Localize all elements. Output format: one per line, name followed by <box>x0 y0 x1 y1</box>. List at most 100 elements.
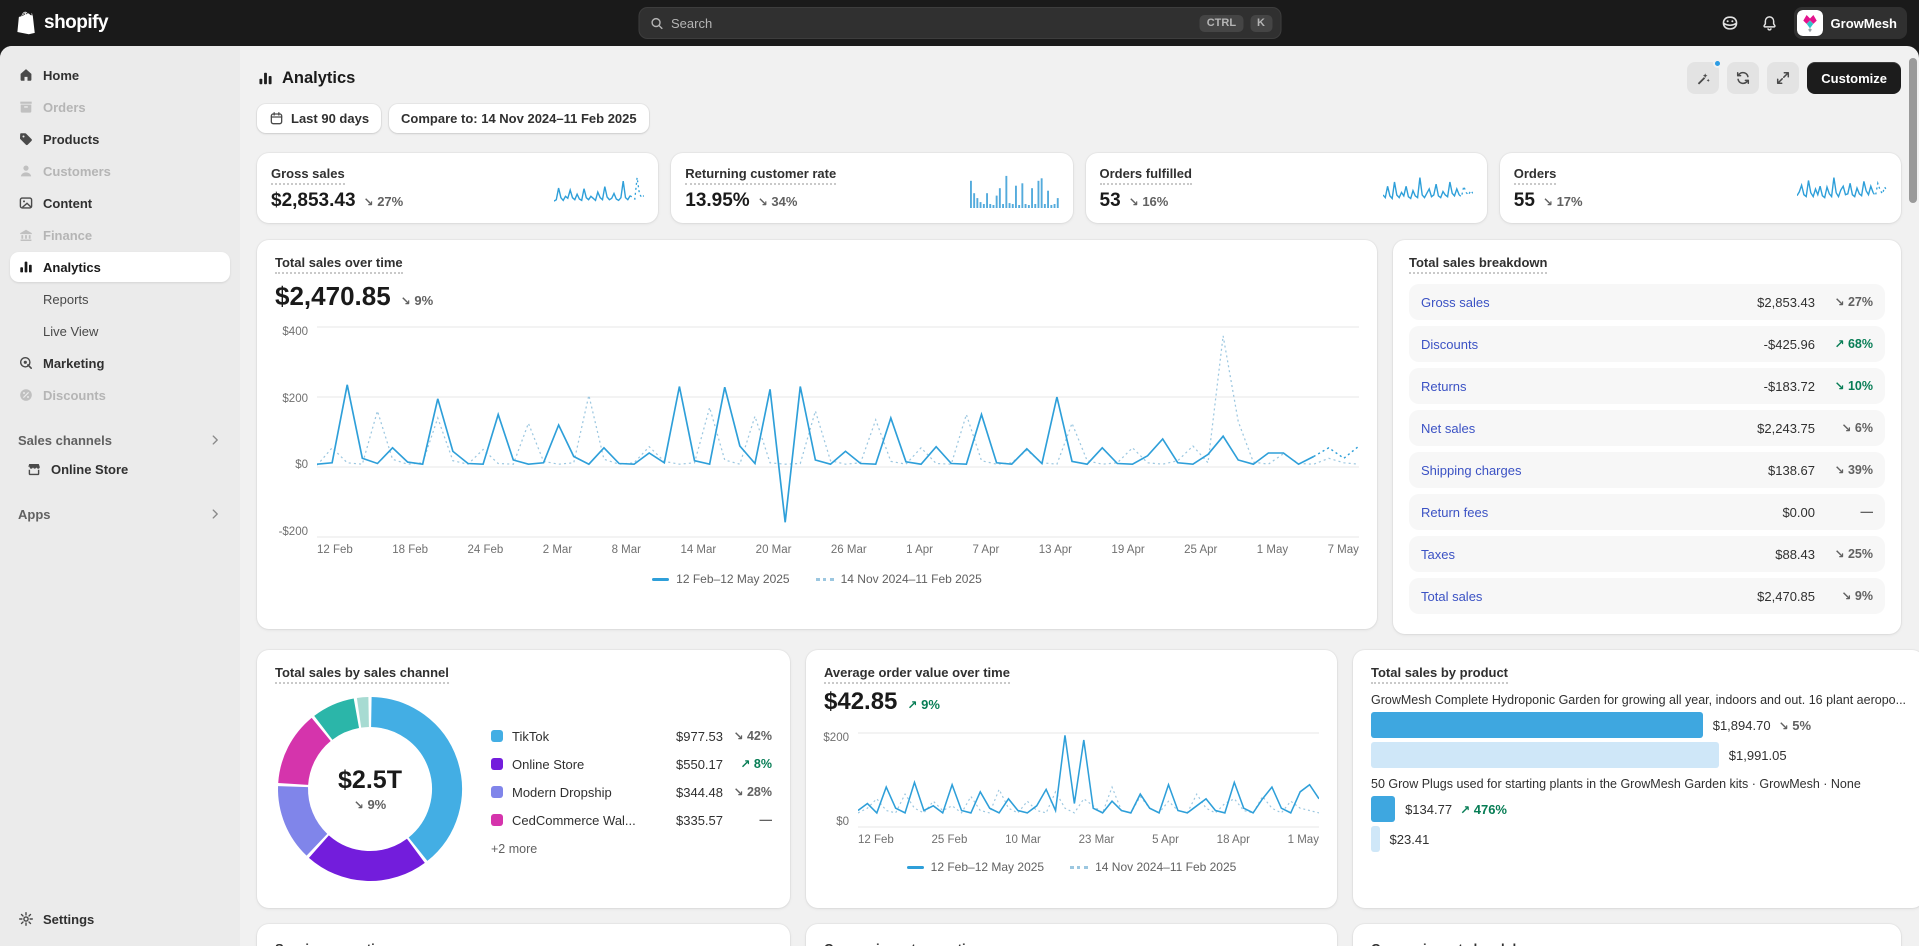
sidebar-item-finance[interactable]: Finance <box>10 220 230 250</box>
metric-card-returning-customer-rate[interactable]: Returning customer rate13.95%↘ 34% <box>671 153 1072 223</box>
sales-by-product-title[interactable]: Total sales by product <box>1371 665 1508 684</box>
online-store-label: Online Store <box>51 462 128 477</box>
compare-to-button[interactable]: Compare to: 14 Nov 2024–11 Feb 2025 <box>389 104 649 133</box>
product-name[interactable]: GrowMesh Complete Hydroponic Garden for … <box>1371 693 1906 707</box>
total-sales-over-time-title[interactable]: Total sales over time <box>275 255 403 274</box>
fullscreen-expand-button[interactable] <box>1767 62 1799 94</box>
breakdown-row-delta: ↘ 39% <box>1815 463 1873 477</box>
breakdown-row-net-sales: Net sales$2,243.75↘ 6% <box>1409 410 1885 446</box>
donut-center-delta: ↘ 9% <box>354 797 386 812</box>
delta-value: 27% <box>374 194 404 209</box>
breakdown-row-delta: ↘ 6% <box>1815 421 1873 435</box>
breakdown-row-link[interactable]: Shipping charges <box>1421 463 1768 478</box>
y-tick: $0 <box>295 459 308 471</box>
scrollbar-thumb[interactable] <box>1909 58 1917 203</box>
metric-sparkline <box>969 170 1059 210</box>
breakdown-row-link[interactable]: Return fees <box>1421 505 1782 520</box>
channel-legend-row-cedcommerce-wal[interactable]: CedCommerce Wal...$335.57— <box>491 806 772 834</box>
notifications-bell-button[interactable] <box>1754 7 1786 39</box>
channel-value: $550.17 <box>676 757 723 772</box>
discounts-icon <box>18 387 34 403</box>
sidebar-item-content[interactable]: Content <box>10 188 230 218</box>
delta-value: 16% <box>1139 194 1169 209</box>
analytics-icon <box>18 259 34 275</box>
search-bar[interactable]: CTRL K <box>638 7 1281 39</box>
breakdown-row-link[interactable]: Returns <box>1421 379 1764 394</box>
channel-delta: ↘ 28% <box>732 785 772 799</box>
brand-wordmark: shopify <box>44 12 108 34</box>
total-sales-value: $2,470.85 <box>275 281 391 312</box>
sidebar-item-customers[interactable]: Customers <box>10 156 230 186</box>
product-previous-bar-row: $23.41 <box>1371 826 1906 852</box>
apps-header[interactable]: Apps <box>10 500 230 528</box>
sessions-over-time-title[interactable]: Sessions over time <box>275 941 394 946</box>
x-tick: 10 Mar <box>1005 834 1041 846</box>
delta-value: 39% <box>1845 463 1874 477</box>
sidebar-item-discounts[interactable]: Discounts <box>10 380 230 410</box>
breakdown-row-link[interactable]: Taxes <box>1421 547 1775 562</box>
x-tick: 13 Apr <box>1039 544 1072 556</box>
breakdown-row-link[interactable]: Net sales <box>1421 421 1757 436</box>
product-name[interactable]: 50 Grow Plugs used for starting plants i… <box>1371 777 1906 791</box>
date-range-button[interactable]: Last 90 days <box>257 104 381 133</box>
breakdown-title[interactable]: Total sales breakdown <box>1409 255 1547 274</box>
sidebar-item-products[interactable]: Products <box>10 124 230 154</box>
delta-value: 27% <box>1845 295 1874 309</box>
breakdown-row-delta: ↗ 68% <box>1815 337 1873 351</box>
trend-arrow-icon: ↘ <box>1834 379 1844 393</box>
sales-by-channel-title[interactable]: Total sales by sales channel <box>275 665 449 684</box>
x-tick: 24 Feb <box>468 544 504 556</box>
product-item: 50 Grow Plugs used for starting plants i… <box>1371 777 1906 852</box>
refresh-data-button[interactable] <box>1727 62 1759 94</box>
chevron-right-icon <box>208 433 222 447</box>
metric-delta: ↘ 27% <box>364 194 404 209</box>
sidebar-item-live-view[interactable]: Live View <box>10 316 230 346</box>
store-account-menu[interactable]: GrowMesh <box>1794 7 1907 39</box>
channel-legend-row-online-store[interactable]: Online Store$550.17↗ 8% <box>491 750 772 778</box>
metric-cards-row: Gross sales$2,853.43↘ 27%Returning custo… <box>257 153 1901 223</box>
delta-value: 42% <box>744 729 773 743</box>
metric-card-orders[interactable]: Orders55↘ 17% <box>1500 153 1901 223</box>
product-list: GrowMesh Complete Hydroponic Garden for … <box>1371 693 1906 852</box>
breakdown-row-link[interactable]: Total sales <box>1421 589 1757 604</box>
sidebar-item-home[interactable]: Home <box>10 60 230 90</box>
delta-value: 68% <box>1845 337 1874 351</box>
breakdown-row-discounts: Discounts-$425.96↗ 68% <box>1409 326 1885 362</box>
metric-card-gross-sales[interactable]: Gross sales$2,853.43↘ 27% <box>257 153 658 223</box>
sidebar-item-label: Discounts <box>43 388 106 403</box>
sidebar-item-orders[interactable]: Orders <box>10 92 230 122</box>
aov-title[interactable]: Average order value over time <box>824 665 1010 684</box>
channel-legend-row-modern-dropship[interactable]: Modern Dropship$344.48↘ 28% <box>491 778 772 806</box>
conversion-rate-breakdown-title[interactable]: Conversion rate breakdown <box>1371 941 1542 946</box>
sidekick-assistant-button[interactable] <box>1714 7 1746 39</box>
y-tick: $400 <box>282 326 308 338</box>
delta-value: — <box>760 813 773 827</box>
conversion-rate-over-time-title[interactable]: Conversion rate over time <box>824 941 984 946</box>
current-period-marker <box>652 578 669 581</box>
channel-legend-row-tiktok[interactable]: TikTok$977.53↘ 42% <box>491 722 772 750</box>
x-tick: 1 May <box>1257 544 1288 556</box>
shopify-logo[interactable]: shopify <box>0 11 108 35</box>
sidebar-item-online-store[interactable]: Online Store <box>18 454 230 484</box>
y-axis-labels: $400$200$0-$200 <box>275 326 317 538</box>
search-input[interactable] <box>671 16 1193 31</box>
metric-card-orders-fulfilled[interactable]: Orders fulfilled53↘ 16% <box>1086 153 1487 223</box>
x-tick: 14 Mar <box>680 544 716 556</box>
customize-button[interactable]: Customize <box>1807 62 1901 94</box>
sidebar-item-settings[interactable]: Settings <box>10 904 230 934</box>
trend-arrow-icon: ↘ <box>1543 195 1553 209</box>
trend-arrow-icon: ↗ <box>1834 337 1844 351</box>
sidebar-item-marketing[interactable]: Marketing <box>10 348 230 378</box>
sidebar-item-label: Finance <box>43 228 92 243</box>
trend-arrow-icon: ↘ <box>1841 589 1851 603</box>
breakdown-row-link[interactable]: Discounts <box>1421 337 1764 352</box>
delta-value: 9% <box>1851 589 1873 603</box>
sidebar-item-reports[interactable]: Reports <box>10 284 230 314</box>
magic-insights-button[interactable] <box>1687 62 1719 94</box>
breakdown-row-link[interactable]: Gross sales <box>1421 295 1757 310</box>
sidebar-item-analytics[interactable]: Analytics <box>10 252 230 282</box>
compare-to-label: Compare to: 14 Nov 2024–11 Feb 2025 <box>401 111 637 126</box>
more-channels-link[interactable]: +2 more <box>491 842 772 856</box>
sales-channels-header[interactable]: Sales channels <box>10 426 230 454</box>
delta-value: 476% <box>1470 802 1507 817</box>
